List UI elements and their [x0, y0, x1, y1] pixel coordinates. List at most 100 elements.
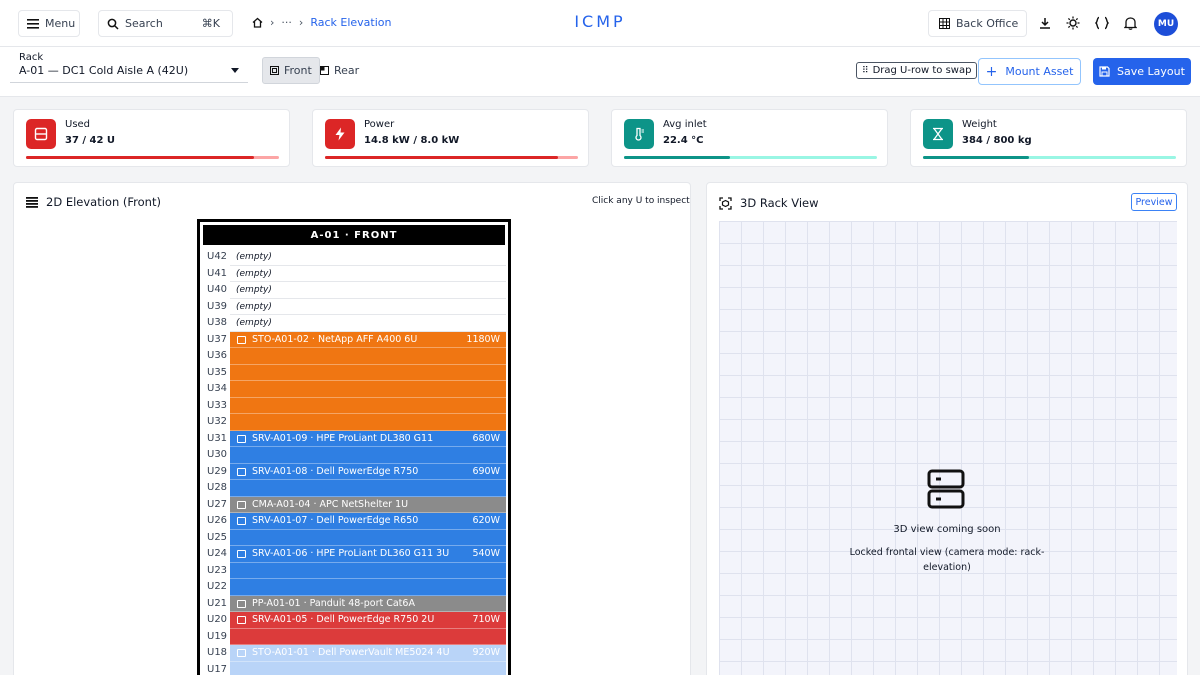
- u-position-label: U29: [207, 465, 228, 477]
- device-continuation[interactable]: [230, 480, 506, 497]
- empty-slot[interactable]: (empty): [230, 299, 506, 315]
- rack-u-row[interactable]: U40 (empty): [200, 282, 508, 299]
- device-name: PP-A01-01 · Panduit 48-port Cat6A: [252, 597, 415, 609]
- rack-u-row[interactable]: U39 (empty): [200, 299, 508, 315]
- rack-u-row[interactable]: U34: [200, 381, 508, 398]
- rack-u-row[interactable]: U42 (empty): [200, 249, 508, 266]
- breadcrumb-ellipsis[interactable]: ···: [281, 16, 292, 29]
- device-power: 690W: [472, 465, 500, 477]
- device-continuation[interactable]: [230, 414, 506, 431]
- u-position-label: U42: [207, 251, 228, 262]
- empty-slot[interactable]: (empty): [230, 282, 506, 299]
- rack-u-row[interactable]: U20 SRV-A01-05 · Dell PowerEdge R750 2U 71…: [200, 612, 508, 629]
- server-stack-icon: [927, 469, 965, 509]
- rack-u-row[interactable]: U36: [200, 348, 508, 365]
- rack-u-row[interactable]: U26 SRV-A01-07 · Dell PowerEdge R650 620W: [200, 513, 508, 530]
- stat-card-used: Used 37 / 42 U: [13, 109, 290, 167]
- device-slot[interactable]: STO-A01-02 · NetApp AFF A400 6U 1180W: [230, 331, 506, 348]
- u-position-label: U24: [207, 548, 228, 559]
- drag-hint-label: Drag U-row to swap: [872, 65, 972, 76]
- rack-u-row[interactable]: U22: [200, 579, 508, 596]
- rack-select[interactable]: A-01 — DC1 Cold Aisle A (42U): [10, 59, 248, 83]
- device-name: CMA-A01-04 · APC NetShelter 1U: [252, 498, 409, 510]
- save-layout-button[interactable]: Save Layout: [1093, 58, 1191, 85]
- stat-label: Used: [65, 119, 91, 130]
- device-slot[interactable]: SRV-A01-08 · Dell PowerEdge R750 690W: [230, 463, 506, 480]
- empty-slot[interactable]: (empty): [230, 249, 506, 266]
- rack-u-row[interactable]: U28: [200, 480, 508, 497]
- server-icon: [26, 119, 56, 149]
- rack-u-row[interactable]: U18 STO-A01-01 · Dell PowerVault ME5024 4…: [200, 645, 508, 662]
- device-continuation[interactable]: [230, 447, 506, 464]
- back-office-button[interactable]: Back Office: [928, 10, 1027, 37]
- u-position-label: U18: [207, 647, 228, 658]
- device-continuation[interactable]: [230, 381, 506, 398]
- device-slot[interactable]: SRV-A01-05 · Dell PowerEdge R750 2U 710W: [230, 612, 506, 629]
- chevron-right-icon: ›: [298, 16, 304, 29]
- rack-u-row[interactable]: U31 SRV-A01-09 · HPE ProLiant DL380 G11 68…: [200, 430, 508, 447]
- bell-icon[interactable]: [1122, 15, 1138, 31]
- u-position-label: U26: [207, 515, 228, 526]
- elevation-title-text: 2D Elevation (Front): [46, 195, 161, 209]
- device-slot[interactable]: SRV-A01-06 · HPE ProLiant DL360 G11 3U 54…: [230, 546, 506, 563]
- mount-asset-button[interactable]: + Mount Asset: [978, 58, 1081, 85]
- server-icon: [237, 434, 246, 443]
- device-continuation[interactable]: [230, 579, 506, 596]
- u-position-label: U37: [207, 333, 228, 345]
- u-position-label: U32: [207, 416, 228, 427]
- rack-u-row[interactable]: U17: [200, 661, 508, 675]
- bolt-icon: [325, 119, 355, 149]
- rack-u-row[interactable]: U25: [200, 529, 508, 546]
- view-front-toggle[interactable]: Front: [262, 57, 320, 84]
- rack-u-row[interactable]: U41 (empty): [200, 266, 508, 282]
- device-continuation[interactable]: [230, 364, 506, 381]
- device-continuation[interactable]: [230, 348, 506, 365]
- rack-u-row[interactable]: U38 (empty): [200, 315, 508, 332]
- rack-u-row[interactable]: U37 STO-A01-02 · NetApp AFF A400 6U 1180W: [200, 331, 508, 348]
- rack-u-row[interactable]: U35: [200, 364, 508, 381]
- view-rear-label: Rear: [334, 64, 360, 77]
- device-continuation[interactable]: [230, 661, 506, 675]
- device-slot[interactable]: STO-A01-01 · Dell PowerVault ME5024 4U 92…: [230, 645, 506, 662]
- device-name: SRV-A01-07 · Dell PowerEdge R650: [252, 515, 419, 526]
- empty-slot[interactable]: (empty): [230, 266, 506, 282]
- avatar[interactable]: MU: [1154, 12, 1178, 36]
- braces-icon[interactable]: [1094, 15, 1110, 31]
- home-icon[interactable]: [252, 17, 263, 28]
- device-slot[interactable]: CMA-A01-04 · APC NetShelter 1U: [230, 496, 506, 513]
- elevation-panel: 2D Elevation (Front) Click any U to insp…: [13, 182, 691, 675]
- device-continuation[interactable]: [230, 397, 506, 414]
- download-icon[interactable]: [1037, 15, 1053, 31]
- empty-slot[interactable]: (empty): [230, 315, 506, 332]
- device-slot[interactable]: SRV-A01-07 · Dell PowerEdge R650 620W: [230, 513, 506, 530]
- device-slot[interactable]: PP-A01-01 · Panduit 48-port Cat6A: [230, 595, 506, 612]
- rack-u-row[interactable]: U21 PP-A01-01 · Panduit 48-port Cat6A: [200, 595, 508, 612]
- view-rear-toggle[interactable]: Rear: [313, 57, 366, 84]
- rack-u-row[interactable]: U24 SRV-A01-06 · HPE ProLiant DL360 G11 3…: [200, 546, 508, 563]
- rack-u-row[interactable]: U29 SRV-A01-08 · Dell PowerEdge R750 690W: [200, 463, 508, 480]
- rack-3d-canvas[interactable]: [719, 221, 1177, 675]
- breadcrumb-current[interactable]: Rack Elevation: [310, 16, 391, 29]
- sun-icon[interactable]: [1065, 15, 1081, 31]
- menu-button[interactable]: Menu: [18, 10, 80, 37]
- device-continuation[interactable]: [230, 562, 506, 579]
- device-continuation[interactable]: [230, 529, 506, 546]
- search-button[interactable]: Search ⌘K: [98, 10, 233, 37]
- device-slot[interactable]: SRV-A01-09 · HPE ProLiant DL380 G11 680W: [230, 430, 506, 447]
- rack-u-row[interactable]: U19: [200, 628, 508, 645]
- u-position-label: U34: [207, 383, 228, 394]
- rack-u-row[interactable]: U23: [200, 562, 508, 579]
- device-power: 710W: [472, 614, 500, 625]
- stat-value: 384 / 800 kg: [962, 135, 1032, 146]
- device-continuation[interactable]: [230, 628, 506, 645]
- cable-manager-icon: [237, 500, 246, 509]
- search-shortcut: ⌘K: [201, 17, 220, 30]
- preview-badge[interactable]: Preview: [1131, 193, 1177, 211]
- rack-u-row[interactable]: U32: [200, 414, 508, 431]
- rack-u-row[interactable]: U27 CMA-A01-04 · APC NetShelter 1U: [200, 496, 508, 513]
- device-power: 540W: [472, 548, 500, 559]
- rack-u-row[interactable]: U33: [200, 397, 508, 414]
- inspect-hint: Click any U to inspect: [592, 196, 690, 206]
- rack-u-row[interactable]: U30: [200, 447, 508, 464]
- device-name: SRV-A01-08 · Dell PowerEdge R750: [252, 465, 419, 477]
